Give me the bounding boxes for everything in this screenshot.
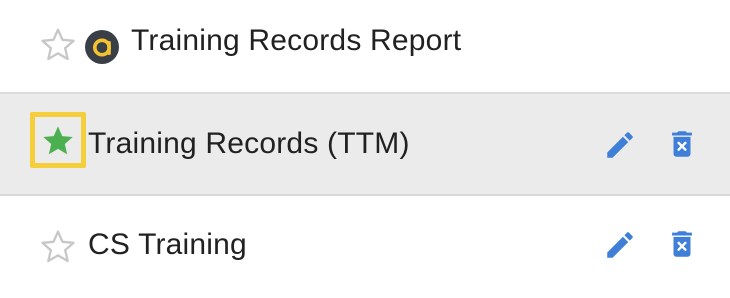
star-outline-icon[interactable] [38, 227, 78, 267]
report-list: Training Records Report Training Records… [0, 0, 730, 298]
a-logo-icon [85, 30, 119, 64]
report-name[interactable]: Training Records Report [131, 23, 461, 59]
list-item-selected[interactable]: Training Records (TTM) [0, 92, 730, 196]
list-item[interactable]: Training Records Report [0, 0, 730, 92]
star-filled-icon[interactable] [39, 122, 77, 160]
trash-icon[interactable] [665, 127, 699, 161]
report-name[interactable]: CS Training [88, 227, 247, 263]
star-outline-icon[interactable] [38, 25, 78, 65]
trash-icon[interactable] [665, 227, 699, 261]
pencil-icon[interactable] [603, 128, 637, 162]
list-item[interactable]: CS Training [0, 196, 730, 298]
report-name[interactable]: Training Records (TTM) [88, 126, 410, 162]
pencil-icon[interactable] [603, 228, 637, 262]
